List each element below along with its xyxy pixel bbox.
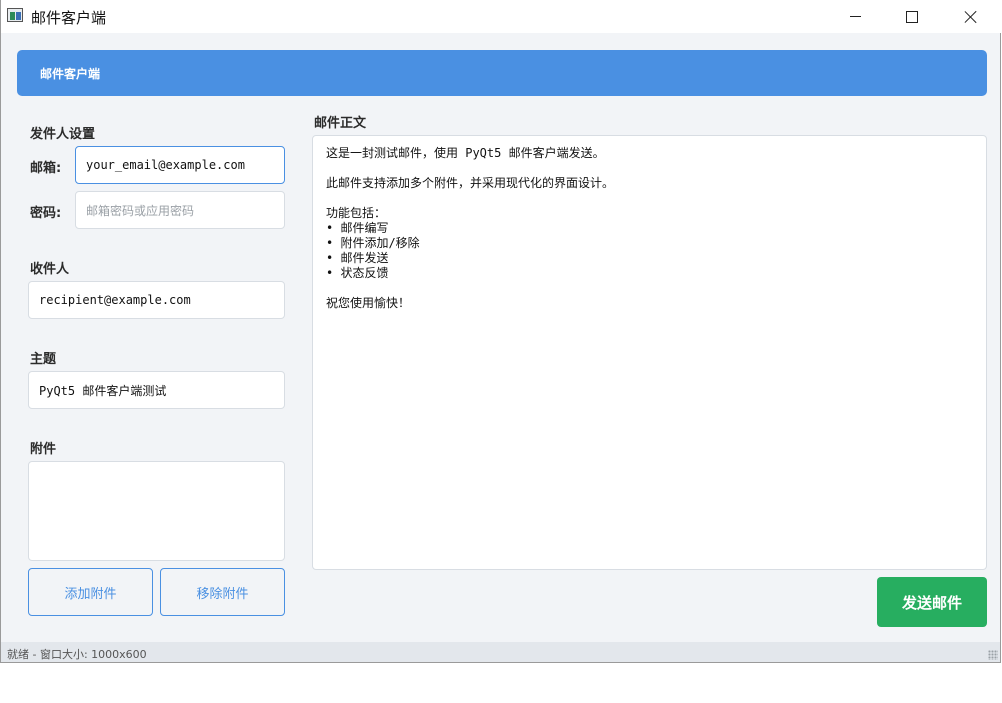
close-icon [964, 10, 978, 24]
body-line: • 附件添加/移除 [326, 236, 420, 250]
body-textarea[interactable]: 这是一封测试邮件，使用 PyQt5 邮件客户端发送。 此邮件支持添加多个附件，并… [312, 135, 987, 570]
maximize-icon [906, 10, 918, 23]
email-label: 邮箱: [30, 161, 62, 176]
body-line: • 邮件编写 [326, 221, 389, 235]
body-line [326, 191, 973, 206]
sender-section-label: 发件人设置 [30, 127, 96, 142]
body-line: 祝您使用愉快！ [326, 296, 411, 310]
attachment-list[interactable] [28, 461, 285, 561]
close-button[interactable] [948, 0, 994, 33]
body-line: • 邮件发送 [326, 251, 389, 265]
resize-grip-icon[interactable] [988, 650, 998, 660]
body-line [326, 281, 973, 296]
recipient-input[interactable]: recipient@example.com [28, 281, 285, 319]
status-bar: 就绪 - 窗口大小: 1000x600 [1, 642, 1000, 662]
title-bar: 邮件客户端 [1, 0, 1001, 33]
subject-input[interactable]: PyQt5 邮件客户端测试 [28, 371, 285, 409]
body-line: 这是一封测试邮件，使用 PyQt5 邮件客户端发送。 [326, 146, 605, 160]
header-banner: 邮件客户端 [17, 50, 987, 96]
main-window: 邮件客户端 邮件客户端 发件人设置 邮箱: your_email@example… [0, 0, 1001, 663]
status-text: 就绪 - 窗口大小: 1000x600 [7, 648, 147, 661]
send-email-button[interactable]: 发送邮件 [877, 577, 987, 627]
password-label: 密码: [30, 206, 62, 221]
body-line: 此邮件支持添加多个附件，并采用现代化的界面设计。 [326, 176, 615, 190]
email-field[interactable]: your_email@example.com [75, 146, 285, 184]
body-line: 功能包括： [326, 206, 387, 220]
subject-section-label: 主题 [30, 352, 57, 367]
minimize-icon [849, 16, 861, 17]
body-section-label: 邮件正文 [314, 116, 367, 131]
body-line [326, 161, 973, 176]
mail-app-icon [7, 8, 23, 22]
recipient-section-label: 收件人 [30, 262, 70, 277]
remove-attachment-button[interactable]: 移除附件 [160, 568, 285, 616]
add-attachment-button[interactable]: 添加附件 [28, 568, 153, 616]
body-line: • 状态反馈 [326, 266, 389, 280]
password-field[interactable]: 邮箱密码或应用密码 [75, 191, 285, 229]
minimize-button[interactable] [832, 0, 878, 33]
header-title: 邮件客户端 [40, 67, 101, 81]
maximize-button[interactable] [889, 0, 935, 33]
window-title: 邮件客户端 [31, 9, 107, 27]
attachments-section-label: 附件 [30, 442, 57, 457]
